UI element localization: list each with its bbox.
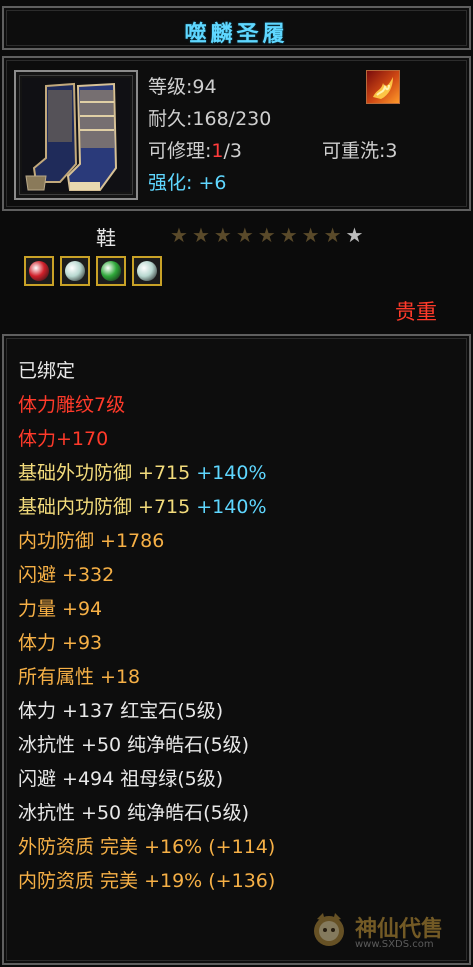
slot-panel: 鞋 ★ ★ ★ ★ ★ ★ ★ ★ ★ 贵重: [2, 212, 471, 332]
star-filled-icon: ★: [279, 223, 298, 247]
gem-slots: [24, 256, 162, 286]
star-filled-icon: ★: [213, 223, 232, 247]
durability-value: 168/230: [192, 108, 272, 130]
watermark-url: www.SXDS.com: [355, 939, 434, 950]
attribute-row: 闪避 +332: [18, 558, 275, 592]
gem-slot[interactable]: [132, 256, 162, 286]
attribute-text: 体力 +137 红宝石(5级): [18, 700, 224, 722]
attribute-row: 基础内功防御 +715 +140%: [18, 490, 275, 524]
attribute-panel: 已绑定 体力雕纹7级 体力+170 基础外功防御 +715 +140% 基础内功防御 +…: [2, 334, 471, 965]
gem-slot[interactable]: [96, 256, 126, 286]
attribute-text: 闪避 +332: [18, 564, 115, 586]
attribute-row: 体力 +93: [18, 626, 275, 660]
star-filled-icon: ★: [257, 223, 276, 247]
white-gem-icon: [137, 261, 157, 281]
flame-emblem-icon[interactable]: [366, 70, 400, 104]
item-icon-frame[interactable]: [14, 70, 138, 200]
rarity-label: 贵重: [395, 300, 437, 324]
level-label: 等级:: [148, 76, 193, 98]
attribute-text: 外防资质 完美 +16% (+114): [18, 836, 276, 858]
attribute-row: 外防资质 完美 +16% (+114): [18, 830, 275, 864]
star-filled-icon: ★: [191, 223, 210, 247]
attribute-text: 体力雕纹7级: [18, 394, 126, 416]
white-gem-icon: [65, 261, 85, 281]
watermark: 神仙代售 www.SXDS.com: [309, 905, 459, 957]
attribute-list: 已绑定 体力雕纹7级 体力+170 基础外功防御 +715 +140% 基础内功防御 +…: [18, 354, 275, 898]
repair-used-value: 1: [211, 140, 224, 162]
enhance-label: 强化:: [148, 172, 193, 194]
star-rating: ★ ★ ★ ★ ★ ★ ★ ★ ★: [170, 224, 363, 246]
enhance-value: +6: [198, 172, 227, 194]
rewash-stat: 可重洗:3: [322, 136, 398, 163]
attribute-row: 体力 +137 红宝石(5级): [18, 694, 275, 728]
attribute-text: 体力+170: [18, 428, 109, 450]
attribute-text: 已绑定: [18, 360, 76, 382]
star-filled-icon: ★: [235, 223, 254, 247]
enhance-stat: 强化: +6: [148, 168, 226, 195]
gem-slot[interactable]: [60, 256, 90, 286]
attribute-text: 所有属性 +18: [18, 666, 141, 688]
slot-type-label: 鞋: [96, 226, 116, 250]
mascot-logo-icon: [314, 913, 344, 946]
green-gem-icon: [101, 261, 121, 281]
flame-glyph: [373, 77, 393, 99]
attribute-row: 体力雕纹7级: [18, 388, 275, 422]
attribute-text: 闪避 +494 祖母绿(5级): [18, 768, 224, 790]
attribute-row: 内功防御 +1786: [18, 524, 275, 558]
attribute-text: 基础内功防御 +715: [18, 496, 197, 518]
attribute-text: 冰抗性 +50 纯净皓石(5级): [18, 802, 250, 824]
attribute-row: 所有属性 +18: [18, 660, 275, 694]
attribute-text: 内功防御 +1786: [18, 530, 165, 552]
attribute-row: 冰抗性 +50 纯净皓石(5级): [18, 728, 275, 762]
attribute-bonus: +140%: [196, 462, 267, 484]
repair-stat: 可修理:1/3: [148, 136, 242, 163]
item-info-panel: 等级:94 耐久:168/230 可修理:1/3 可重洗:3 强化: +6: [2, 56, 471, 211]
star-filled-icon: ★: [301, 223, 320, 247]
attribute-text: 力量 +94: [18, 598, 103, 620]
rewash-value: 3: [385, 140, 398, 162]
attribute-text: 体力 +93: [18, 632, 103, 654]
red-gem-icon: [29, 261, 49, 281]
attribute-row: 冰抗性 +50 纯净皓石(5级): [18, 796, 275, 830]
boots-icon: [22, 78, 130, 192]
attribute-row: 内防资质 完美 +19% (+136): [18, 864, 275, 898]
star-empty-icon: ★: [345, 223, 364, 247]
level-stat: 等级:94: [148, 72, 217, 99]
attribute-text: 内防资质 完美 +19% (+136): [18, 870, 276, 892]
repair-label: 可修理:: [148, 140, 212, 162]
star-filled-icon: ★: [170, 223, 188, 247]
title-bar: 噬麟圣履: [2, 6, 471, 50]
durability-stat: 耐久:168/230: [148, 104, 271, 131]
durability-label: 耐久:: [148, 108, 193, 130]
level-value: 94: [192, 76, 217, 98]
item-title: 噬麟圣履: [184, 22, 289, 47]
attribute-row: 体力+170: [18, 422, 275, 456]
attribute-text: 基础外功防御 +715: [18, 462, 197, 484]
attribute-row: 力量 +94: [18, 592, 275, 626]
attribute-text: 冰抗性 +50 纯净皓石(5级): [18, 734, 250, 756]
rewash-label: 可重洗:: [322, 140, 386, 162]
star-filled-icon: ★: [323, 223, 342, 247]
attribute-row: 闪避 +494 祖母绿(5级): [18, 762, 275, 796]
attribute-row: 已绑定: [18, 354, 275, 388]
repair-total-value: /3: [223, 140, 243, 162]
attribute-row: 基础外功防御 +715 +140%: [18, 456, 275, 490]
gem-slot[interactable]: [24, 256, 54, 286]
attribute-bonus: +140%: [196, 496, 267, 518]
